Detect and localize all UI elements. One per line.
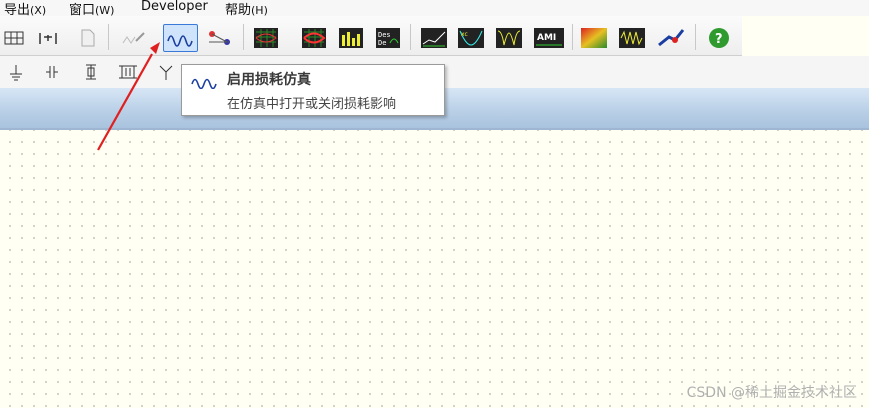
- jitter-icon[interactable]: [618, 25, 646, 51]
- table-icon[interactable]: [0, 25, 28, 51]
- toolbar-separator: [243, 24, 244, 50]
- bathtub-icon[interactable]: xc: [457, 25, 485, 51]
- toolbar-separator: [108, 24, 109, 50]
- des-icon[interactable]: Des De: [374, 25, 402, 51]
- tooltip: 启用损耗仿真 在仿真中打开或关闭损耗影响: [181, 64, 445, 116]
- bar-chart-icon[interactable]: [337, 25, 365, 51]
- tooltip-description: 在仿真中打开或关闭损耗影响: [227, 97, 397, 112]
- split-icon[interactable]: [152, 59, 180, 85]
- capacitor-icon[interactable]: [38, 59, 66, 85]
- svg-text:AMI: AMI: [537, 33, 556, 43]
- ground-icon[interactable]: [2, 59, 30, 85]
- document-icon[interactable]: [74, 25, 102, 51]
- transformer-icon[interactable]: [114, 59, 142, 85]
- svg-text:De: De: [378, 39, 386, 47]
- ami-icon[interactable]: AMI: [533, 25, 565, 51]
- magic-wand-icon[interactable]: [120, 25, 148, 51]
- main-toolbar: Des De xc AMI ?: [0, 16, 742, 56]
- resistor-icon[interactable]: [77, 59, 105, 85]
- lossy-wave-icon[interactable]: [163, 24, 198, 52]
- toolbar-separator: [572, 24, 573, 50]
- svg-text:Des: Des: [378, 31, 391, 39]
- eye-diagram-grid-icon[interactable]: [252, 25, 280, 51]
- schematic-icon[interactable]: [34, 25, 62, 51]
- svg-text:xc: xc: [461, 31, 468, 38]
- toolbar-separator: [695, 24, 696, 50]
- lossy-wave-icon: [190, 73, 220, 93]
- menu-bar: 导出(X) 窗口(W) Developer 帮助(H): [0, 0, 869, 18]
- tooltip-title: 启用损耗仿真: [227, 72, 311, 88]
- heatmap-icon[interactable]: [580, 25, 608, 51]
- eye-diagram-red-icon[interactable]: [300, 25, 328, 51]
- help-icon[interactable]: ?: [705, 25, 733, 51]
- menu-developer[interactable]: Developer: [141, 0, 208, 14]
- frequency-icon[interactable]: [495, 25, 523, 51]
- network-icon[interactable]: [205, 25, 235, 51]
- schematic-canvas[interactable]: [0, 130, 869, 408]
- svg-text:?: ?: [715, 32, 723, 47]
- app-window: 导出(X) 窗口(W) Developer 帮助(H) Des De xc AM…: [0, 0, 869, 408]
- sweep-icon[interactable]: [657, 25, 685, 51]
- waveform-icon[interactable]: [420, 25, 448, 51]
- toolbar-separator: [410, 24, 411, 50]
- watermark: CSDN @稀土掘金技术社区: [686, 385, 857, 401]
